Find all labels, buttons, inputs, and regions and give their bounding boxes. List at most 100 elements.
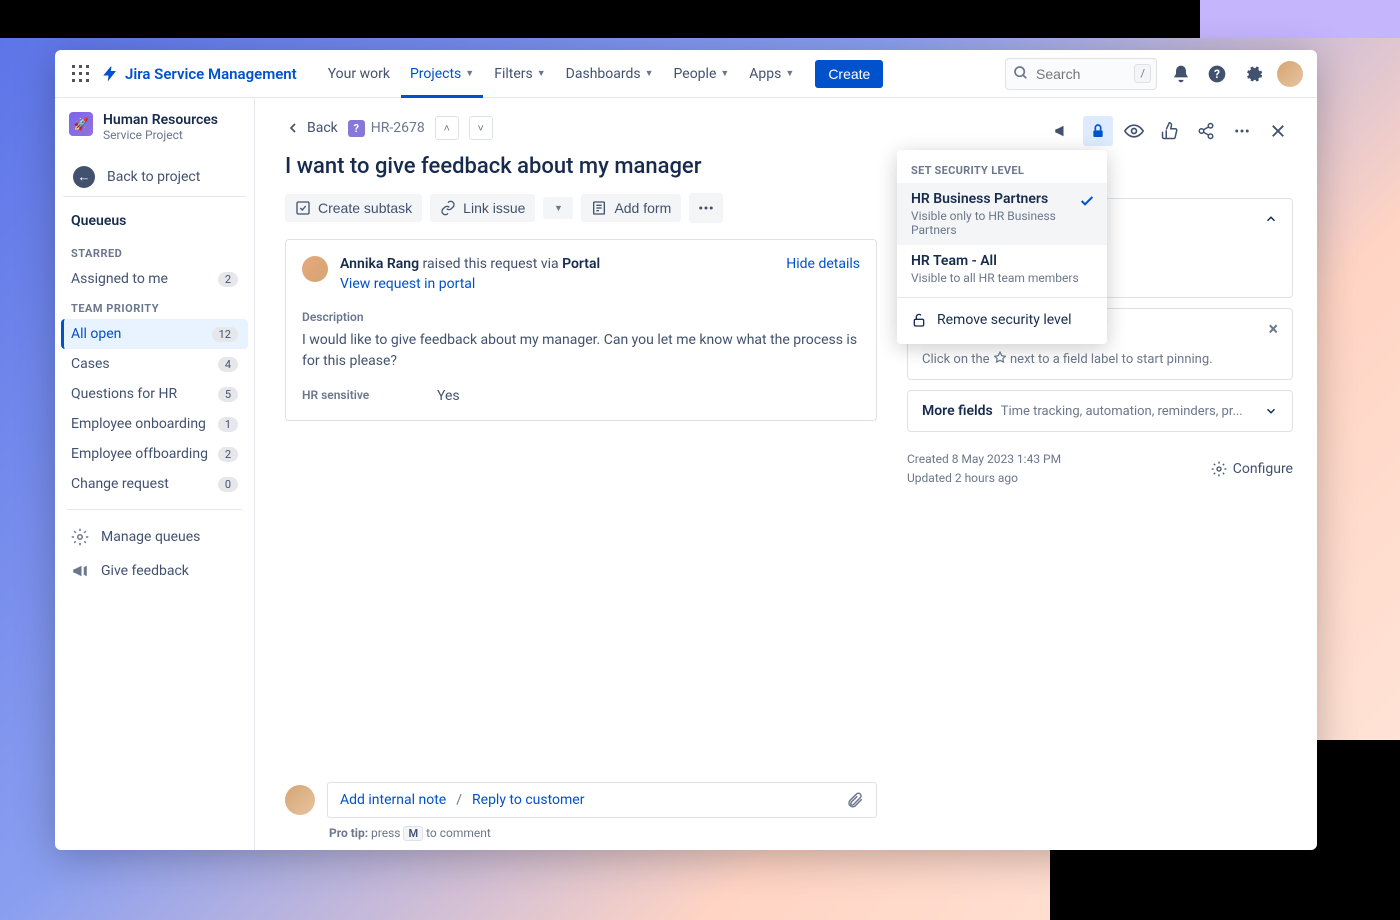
- nav-filters[interactable]: Filters▼: [485, 60, 554, 88]
- link-issue-button[interactable]: Link issue: [430, 194, 535, 222]
- nav-apps[interactable]: Apps▼: [740, 60, 803, 88]
- description-value: I would like to give feedback about my m…: [302, 330, 860, 372]
- remove-security-level[interactable]: Remove security level: [897, 302, 1107, 338]
- sidebar-item-questions[interactable]: Questions for HR5: [61, 379, 248, 409]
- search-icon: [1013, 65, 1029, 81]
- issue-key[interactable]: ? HR-2678: [348, 120, 425, 137]
- comment-input[interactable]: Add internal note / Reply to customer: [327, 782, 877, 818]
- create-subtask-button[interactable]: Create subtask: [285, 194, 422, 222]
- issue-main: Back ? HR-2678 ˄ ˅ I want to give feedba…: [255, 98, 907, 850]
- view-in-portal-link[interactable]: View request in portal: [340, 276, 475, 292]
- form-icon: [591, 200, 607, 216]
- sidebar-item-change-request[interactable]: Change request0: [61, 469, 248, 499]
- add-form-button[interactable]: Add form: [581, 194, 681, 222]
- created-date: Created 8 May 2023 1:43 PM: [907, 450, 1061, 469]
- notifications-icon[interactable]: [1169, 62, 1193, 86]
- queues-heading: Queueus: [61, 209, 248, 239]
- count-badge: 2: [218, 272, 238, 287]
- description-label: Description: [302, 310, 860, 324]
- back-button[interactable]: Back: [285, 120, 338, 136]
- project-type: Service Project: [103, 128, 218, 142]
- top-nav: Jira Service Management Your work Projec…: [55, 50, 1317, 98]
- pinned-hint: Click on the next to a field label to st…: [908, 351, 1292, 379]
- unlock-icon: [911, 312, 927, 328]
- user-avatar[interactable]: [1277, 61, 1303, 87]
- chevron-down-icon: [1264, 404, 1278, 418]
- hide-details-link[interactable]: Hide details: [786, 256, 860, 272]
- sidebar-item-assigned[interactable]: Assigned to me 2: [61, 264, 248, 294]
- vote-icon[interactable]: [1155, 116, 1185, 146]
- sidebar-item-offboarding[interactable]: Employee offboarding2: [61, 439, 248, 469]
- watch-icon[interactable]: [1119, 116, 1149, 146]
- pin-icon: [993, 351, 1007, 365]
- chevron-left-icon: [285, 120, 301, 136]
- lock-icon[interactable]: [1083, 116, 1113, 146]
- reply-to-customer-link[interactable]: Reply to customer: [472, 792, 584, 808]
- product-logo[interactable]: Jira Service Management: [101, 65, 297, 83]
- more-fields-toggle[interactable]: More fieldsTime tracking, automation, re…: [908, 391, 1292, 431]
- attachment-icon[interactable]: [846, 791, 864, 809]
- requester-avatar: [302, 256, 328, 282]
- help-icon[interactable]: ?: [1205, 62, 1229, 86]
- more-fields-panel: More fieldsTime tracking, automation, re…: [907, 390, 1293, 432]
- nav-your-work[interactable]: Your work: [319, 60, 399, 88]
- caret-down-icon: ▼: [465, 68, 474, 79]
- close-icon[interactable]: ×: [1268, 321, 1278, 339]
- project-name: Human Resources: [103, 112, 218, 128]
- nav-projects[interactable]: Projects▼: [401, 60, 483, 88]
- sidebar-item-cases[interactable]: Cases4: [61, 349, 248, 379]
- share-icon[interactable]: [1191, 116, 1221, 146]
- svg-text:?: ?: [1214, 67, 1220, 81]
- divider: [67, 509, 242, 510]
- security-option-hr-partners[interactable]: HR Business Partners Visible only to HR …: [897, 183, 1107, 245]
- security-dropdown-title: SET SECURITY LEVEL: [897, 156, 1107, 183]
- ellipsis-icon: [697, 199, 715, 217]
- feedback-icon[interactable]: [1047, 116, 1077, 146]
- create-button[interactable]: Create: [815, 60, 883, 88]
- more-icon[interactable]: [1227, 116, 1257, 146]
- configure-link[interactable]: Configure: [1211, 461, 1293, 477]
- app-switcher-icon[interactable]: [69, 62, 93, 86]
- give-feedback[interactable]: Give feedback: [61, 554, 248, 588]
- add-internal-note-link[interactable]: Add internal note: [340, 792, 446, 808]
- request-card: Annika Rang raised this request via Port…: [285, 239, 877, 421]
- security-option-hr-team[interactable]: HR Team - All Visible to all HR team mem…: [897, 245, 1107, 293]
- sidebar-item-onboarding[interactable]: Employee onboarding1: [61, 409, 248, 439]
- nav-people[interactable]: People▼: [665, 60, 739, 88]
- pro-tip: Pro tip: press M to comment: [329, 826, 877, 840]
- gear-icon: [1211, 461, 1227, 477]
- prev-issue-button[interactable]: ˄: [435, 116, 459, 140]
- sidebar: 🚀 Human Resources Service Project ← Back…: [55, 98, 255, 850]
- link-icon: [440, 200, 456, 216]
- project-header[interactable]: 🚀 Human Resources Service Project: [61, 112, 248, 154]
- sidebar-item-all-open[interactable]: All open12: [61, 319, 248, 349]
- divider: [897, 297, 1107, 298]
- team-priority-label: TEAM PRIORITY: [61, 294, 248, 319]
- chevron-up-icon: [1264, 212, 1278, 226]
- primary-nav: Your work Projects▼ Filters▼ Dashboards▼…: [319, 60, 884, 88]
- issue-title: I want to give feedback about my manager: [285, 154, 877, 179]
- gear-icon: [71, 528, 89, 546]
- arrow-left-icon: ←: [73, 166, 95, 188]
- more-actions-button[interactable]: [689, 193, 723, 223]
- subtask-icon: [295, 200, 311, 216]
- requester-line: Annika Rang raised this request via Port…: [340, 256, 774, 272]
- megaphone-icon: [71, 562, 89, 580]
- link-issue-dropdown[interactable]: ▼: [543, 197, 573, 219]
- manage-queues[interactable]: Manage queues: [61, 520, 248, 554]
- comment-area: Add internal note / Reply to customer Pr…: [285, 768, 877, 840]
- project-icon: 🚀: [69, 112, 93, 136]
- hr-sensitive-value: Yes: [437, 388, 460, 404]
- issue-type-icon: ?: [348, 120, 365, 137]
- security-level-dropdown: SET SECURITY LEVEL HR Business Partners …: [897, 150, 1107, 344]
- check-icon: [1079, 193, 1095, 209]
- hr-sensitive-label: HR sensitive: [302, 388, 437, 404]
- nav-dashboards[interactable]: Dashboards▼: [557, 60, 663, 88]
- lightning-icon: [101, 65, 119, 83]
- search-shortcut: /: [1134, 64, 1151, 83]
- search-input-wrapper: /: [1005, 58, 1157, 90]
- back-to-project[interactable]: ← Back to project: [63, 158, 246, 197]
- next-issue-button[interactable]: ˅: [469, 116, 493, 140]
- close-icon[interactable]: [1263, 116, 1293, 146]
- settings-icon[interactable]: [1241, 62, 1265, 86]
